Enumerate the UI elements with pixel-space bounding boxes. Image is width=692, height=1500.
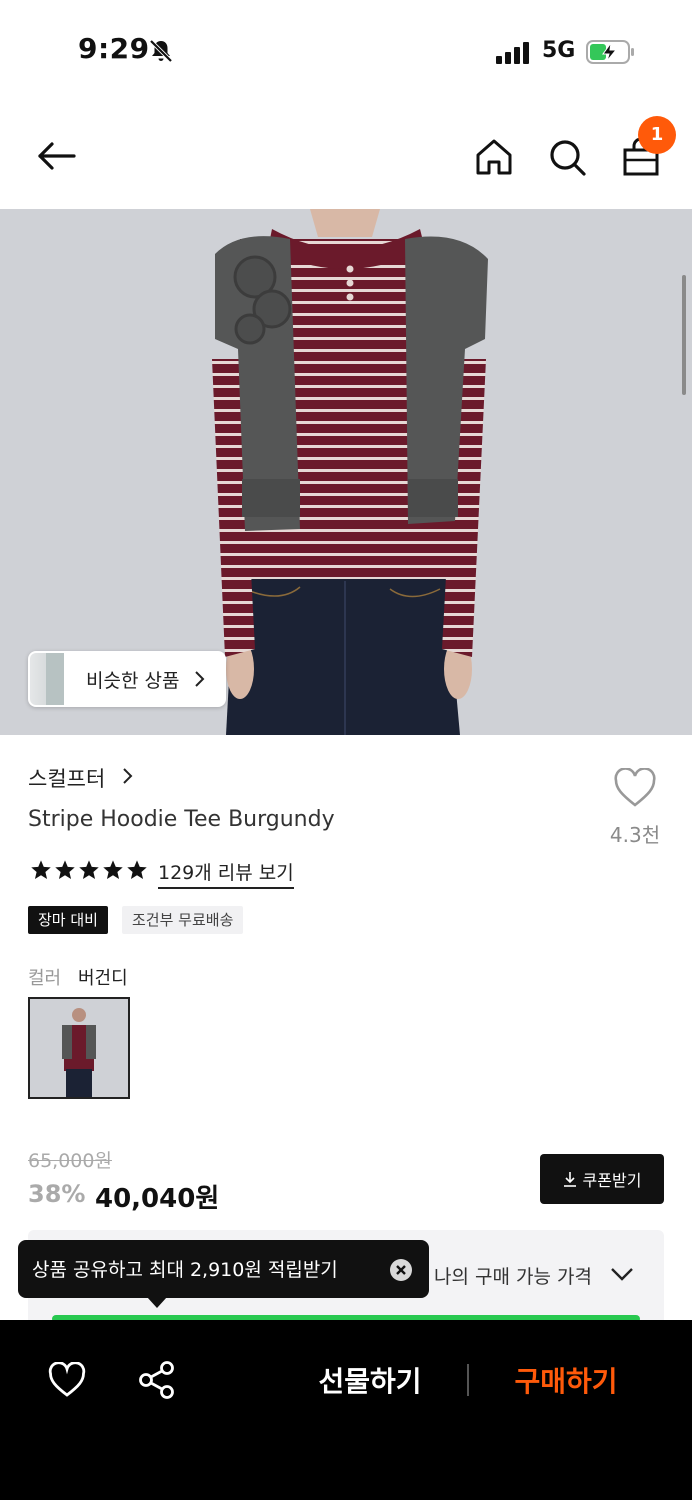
color-option-thumbnail[interactable] bbox=[28, 997, 130, 1099]
bell-off-icon bbox=[149, 39, 173, 63]
star-icon bbox=[55, 860, 75, 879]
image-scroll-indicator bbox=[682, 275, 686, 395]
share-icon[interactable] bbox=[138, 1360, 176, 1400]
star-icon bbox=[79, 860, 99, 879]
product-name: Stripe Hoodie Tee Burgundy bbox=[28, 807, 335, 832]
network-label: 5G bbox=[542, 38, 576, 63]
heart-icon[interactable] bbox=[48, 1362, 86, 1398]
rating-stars bbox=[30, 859, 148, 883]
tooltip-text: 상품 공유하고 최대 2,910원 적립받기 bbox=[32, 1259, 338, 1281]
divider bbox=[467, 1364, 469, 1396]
coupon-download-button[interactable]: 쿠폰받기 bbox=[540, 1154, 664, 1204]
final-price: 40,040원 bbox=[95, 1184, 220, 1214]
cell-signal-icon bbox=[496, 42, 532, 64]
star-icon bbox=[31, 860, 51, 879]
back-arrow-icon[interactable] bbox=[36, 136, 76, 176]
option-label: 컬러 bbox=[28, 968, 62, 989]
status-bar: 9:29 5G bbox=[0, 0, 692, 100]
chevron-right-icon bbox=[123, 768, 133, 784]
home-icon[interactable] bbox=[474, 137, 514, 177]
review-link[interactable]: 129개 리뷰 보기 bbox=[158, 858, 294, 889]
share-reward-tooltip: 상품 공유하고 최대 2,910원 적립받기 bbox=[18, 1240, 429, 1298]
chevron-down-icon[interactable] bbox=[610, 1266, 634, 1282]
heart-icon[interactable] bbox=[613, 768, 657, 808]
tag-rainy-season: 장마 대비 bbox=[28, 906, 108, 934]
discount-rate: 38% bbox=[28, 1180, 86, 1208]
download-icon bbox=[563, 1172, 576, 1187]
battery-charging-icon bbox=[586, 40, 634, 64]
search-icon[interactable] bbox=[547, 137, 587, 177]
chevron-right-icon bbox=[195, 671, 205, 687]
close-icon[interactable] bbox=[389, 1258, 413, 1282]
option-value: 버건디 bbox=[78, 968, 128, 989]
original-price: 65,000원 bbox=[28, 1150, 112, 1172]
gift-button[interactable]: 선물하기 bbox=[300, 1360, 440, 1400]
similar-products-label: 비슷한 상품 bbox=[86, 670, 180, 692]
bottom-action-bar bbox=[0, 1320, 692, 1500]
top-nav bbox=[0, 110, 692, 206]
buy-button[interactable]: 구매하기 bbox=[496, 1360, 636, 1400]
star-icon bbox=[127, 860, 147, 879]
cart-count-badge: 1 bbox=[638, 116, 676, 154]
coupon-label: 쿠폰받기 bbox=[582, 1171, 642, 1190]
like-count: 4.3천 bbox=[609, 823, 661, 847]
tag-free-shipping: 조건부 무료배송 bbox=[122, 906, 244, 934]
star-icon bbox=[103, 860, 123, 879]
tooltip-tail bbox=[147, 1297, 167, 1308]
status-time: 9:29 bbox=[78, 32, 150, 65]
brand-name-link[interactable]: 스컬프터 bbox=[28, 763, 105, 793]
my-price-toggle[interactable]: 나의 구매 가능 가격 bbox=[434, 1262, 592, 1289]
similar-products-button[interactable]: 비슷한 상품 bbox=[28, 651, 226, 707]
